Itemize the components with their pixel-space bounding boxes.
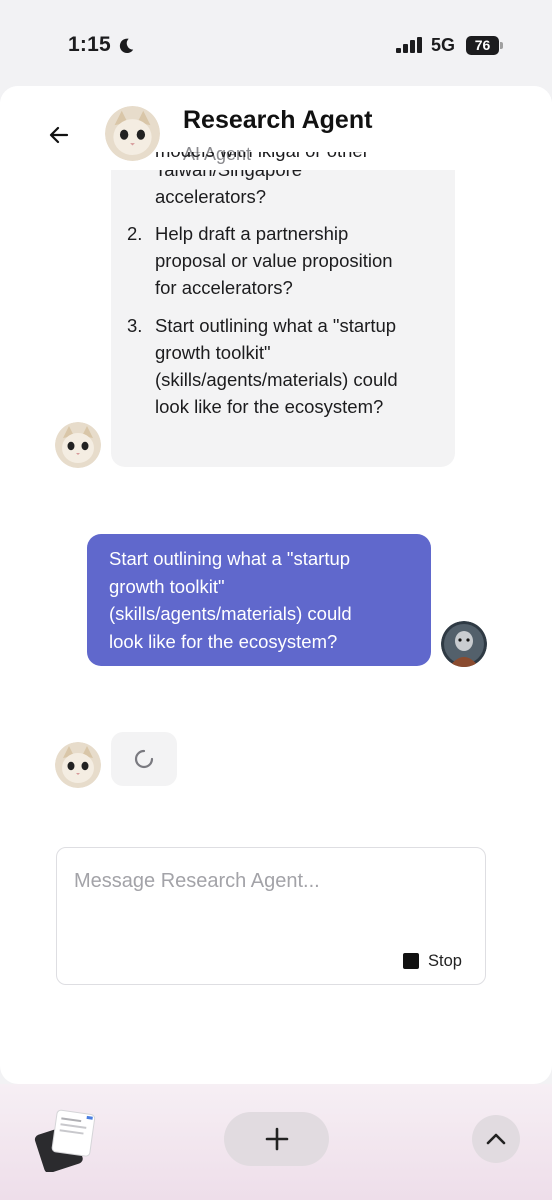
spinner-icon bbox=[134, 749, 154, 769]
battery-cap bbox=[500, 42, 503, 49]
agent-avatar bbox=[55, 422, 101, 468]
list-item-text: Help draft a partnership proposal or val… bbox=[155, 220, 445, 301]
agent-avatar[interactable] bbox=[105, 106, 160, 161]
loading-bubble bbox=[111, 732, 177, 786]
chat-screen: Taiwan/Singapore accelerators? 2. Help d… bbox=[0, 86, 552, 1084]
agent-message-bubble: Taiwan/Singapore accelerators? 2. Help d… bbox=[111, 146, 455, 467]
scroll-up-button[interactable] bbox=[472, 1115, 520, 1163]
network-label: 5G bbox=[431, 35, 456, 55]
text-line: (skills/agents/materials) could bbox=[155, 369, 398, 390]
text-line: Start outlining what a "startup bbox=[109, 548, 351, 569]
text-line: proposal or value proposition bbox=[155, 250, 393, 271]
battery-indicator: 76 bbox=[466, 36, 504, 55]
clipped-text-line: models with ikigai or other bbox=[155, 152, 369, 166]
user-message-bubble: Start outlining what a "startup growth t… bbox=[87, 534, 431, 666]
user-avatar bbox=[441, 621, 487, 667]
text-line: growth toolkit" bbox=[109, 575, 225, 597]
signal-icon bbox=[396, 37, 422, 53]
plus-icon bbox=[265, 1127, 288, 1151]
agent-avatar bbox=[55, 742, 101, 788]
text-line: growth toolkit" bbox=[155, 342, 271, 363]
text-line: (skills/agents/materials) could bbox=[109, 603, 352, 624]
status-time: 1:15 bbox=[68, 33, 111, 56]
text-line: look like for the ecosystem? bbox=[109, 630, 338, 652]
message-composer: Stop bbox=[56, 847, 486, 985]
stop-icon bbox=[403, 953, 419, 969]
browser-toolbar bbox=[0, 1084, 552, 1200]
stop-label: Stop bbox=[428, 951, 462, 970]
list-item-text: Start outlining what a "startup growth t… bbox=[155, 312, 445, 420]
list-number: 2. bbox=[127, 223, 143, 244]
text-line: for accelerators? bbox=[155, 277, 293, 298]
new-tab-button[interactable] bbox=[224, 1112, 329, 1166]
status-bar: 1:15 5G 76 bbox=[0, 0, 552, 86]
battery-level: 76 bbox=[466, 36, 499, 55]
text-line: Help draft a partnership bbox=[155, 223, 349, 244]
message-input[interactable] bbox=[74, 870, 464, 893]
conversation[interactable]: Taiwan/Singapore accelerators? 2. Help d… bbox=[0, 146, 552, 866]
chevron-up-icon bbox=[486, 1133, 506, 1145]
back-button[interactable] bbox=[44, 120, 74, 150]
text-line: models with ikigai or other bbox=[155, 152, 369, 164]
moon-icon bbox=[119, 38, 134, 54]
list-number: 3. bbox=[127, 315, 143, 336]
text-line: look like for the ecosystem? bbox=[155, 396, 384, 417]
tab-thumbnail-icon bbox=[34, 1109, 96, 1174]
text-line: accelerators? bbox=[155, 186, 267, 207]
arrow-left-icon bbox=[49, 126, 69, 144]
text-line: Start outlining what a "startup bbox=[155, 315, 397, 336]
agent-name: Research Agent bbox=[183, 106, 373, 134]
stop-button[interactable]: Stop bbox=[403, 948, 462, 974]
tabs-button[interactable] bbox=[32, 1106, 96, 1174]
